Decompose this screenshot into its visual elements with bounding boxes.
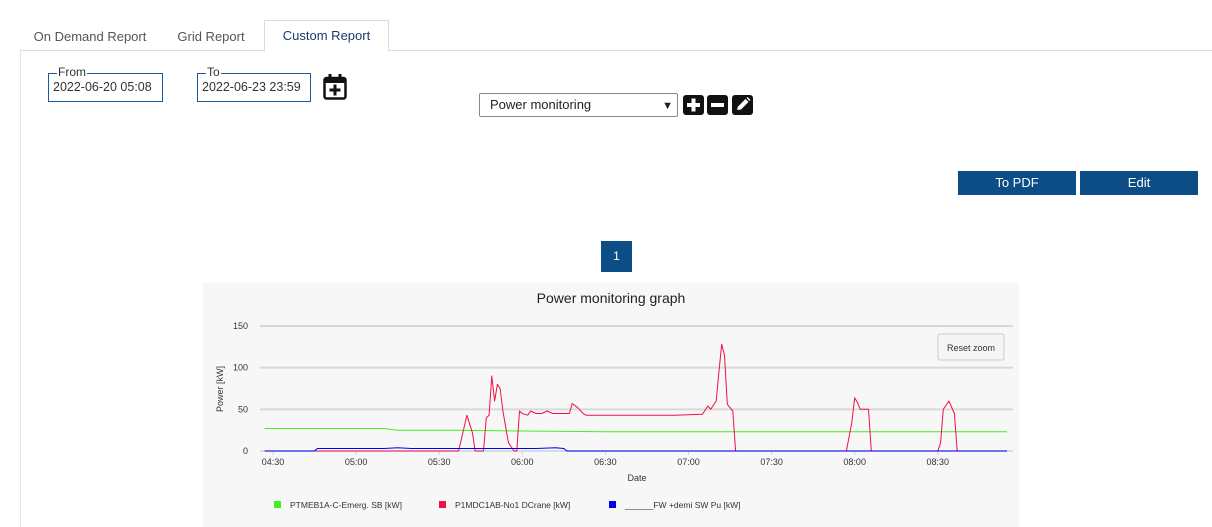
x-tick-label: 07:30: [760, 457, 783, 467]
plus-icon[interactable]: [683, 95, 704, 115]
to-label: To: [206, 65, 221, 79]
from-label: From: [57, 65, 87, 79]
report-type-select[interactable]: Power monitoring ▼: [479, 93, 678, 117]
chevron-down-icon: ▼: [662, 100, 673, 112]
edit-button[interactable]: Edit: [1080, 171, 1198, 195]
x-tick-label: 05:30: [428, 457, 451, 467]
chart-svg: Power monitoring graph 0 50 100 150 04:30 05:0…: [215, 290, 1013, 510]
x-tick-label: 05:00: [345, 457, 368, 467]
to-date-field[interactable]: To 2022-06-23 23:59: [197, 65, 311, 102]
reset-zoom-label[interactable]: Reset zoom: [947, 343, 995, 353]
legend-label-3[interactable]: ______FW +demi SW Pu [kW]: [624, 500, 741, 510]
legend-swatch-2[interactable]: [439, 501, 446, 508]
page-1-button[interactable]: 1: [601, 241, 632, 272]
x-tick-label: 06:00: [511, 457, 534, 467]
tab-custom-report[interactable]: Custom Report: [264, 20, 389, 52]
chart-title: Power monitoring graph: [537, 290, 686, 306]
from-date-field[interactable]: From 2022-06-20 05:08: [48, 65, 163, 102]
legend-swatch-3[interactable]: [609, 501, 616, 508]
pencil-icon[interactable]: [732, 95, 753, 115]
x-tick-label: 07:00: [677, 457, 700, 467]
panel-border: [20, 51, 21, 527]
x-tick-label: 08:00: [843, 457, 866, 467]
tab-on-demand-report[interactable]: On Demand Report: [20, 22, 160, 51]
y-tick-label: 0: [243, 446, 248, 456]
x-tick-label: 06:30: [594, 457, 617, 467]
x-axis-label: Date: [627, 473, 646, 483]
tab-grid-report[interactable]: Grid Report: [166, 22, 256, 51]
minus-icon[interactable]: [707, 95, 728, 115]
legend-label-2[interactable]: P1MDC1AB-No1 DCrane [kW]: [455, 500, 570, 510]
series-line-2: [264, 343, 958, 452]
to-date-value: 2022-06-23 23:59: [202, 80, 301, 94]
report-tabs: On Demand Report Grid Report Custom Repo…: [20, 18, 1212, 52]
from-date-value: 2022-06-20 05:08: [53, 80, 152, 94]
report-type-value: Power monitoring: [490, 97, 592, 112]
y-tick-label: 100: [233, 363, 248, 373]
y-tick-label: 150: [233, 321, 248, 331]
series-line-1: [264, 428, 1007, 433]
x-tick-label: 04:30: [262, 457, 285, 467]
y-axis-label: Power [kW]: [215, 366, 225, 412]
calendar-add-icon[interactable]: [323, 73, 347, 100]
legend-swatch-1[interactable]: [274, 501, 281, 508]
to-pdf-button[interactable]: To PDF: [958, 171, 1076, 195]
x-tick-label: 08:30: [927, 457, 950, 467]
power-monitoring-chart: Power monitoring graph 0 50 100 150 04:30 05:0…: [203, 283, 1019, 527]
legend-label-1[interactable]: PTMEB1A-C-Emerg. SB [kW]: [290, 500, 402, 510]
y-tick-label: 50: [238, 404, 248, 414]
